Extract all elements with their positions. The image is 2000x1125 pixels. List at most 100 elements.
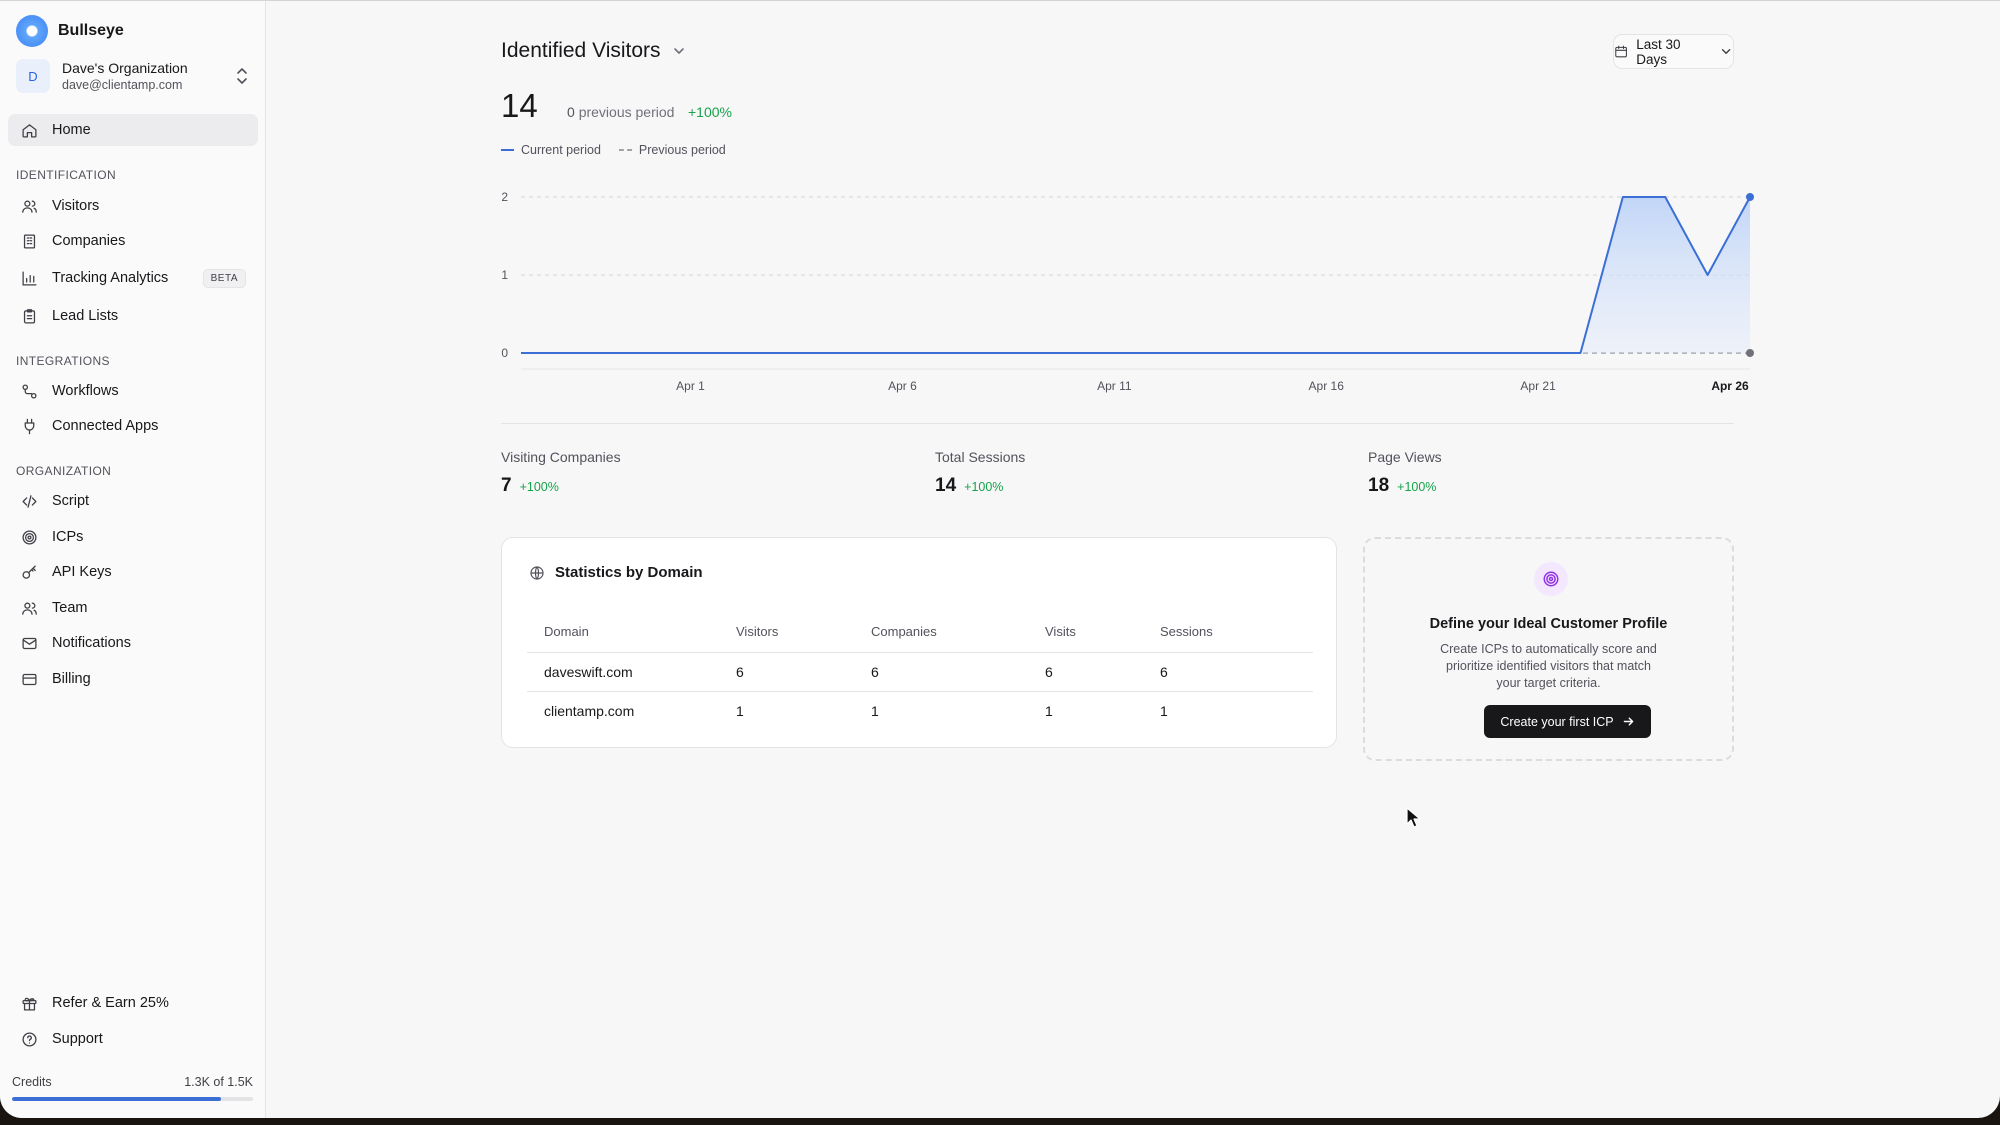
- sidebar-item-label: Home: [52, 122, 91, 138]
- section-label-organization: ORGANIZATION: [16, 464, 112, 478]
- sidebar-item-billing[interactable]: Billing: [8, 663, 258, 695]
- sidebar-item-connected-apps[interactable]: Connected Apps: [8, 410, 258, 442]
- sidebar-item-home[interactable]: Home: [8, 114, 258, 146]
- target-icon: [1534, 562, 1568, 596]
- stat-change: +100%: [519, 480, 559, 494]
- create-icp-button[interactable]: Create your first ICP: [1484, 705, 1651, 738]
- sidebar-item-tracking-analytics[interactable]: Tracking Analytics BETA: [8, 262, 258, 294]
- date-range-label: Last 30 Days: [1636, 36, 1681, 67]
- clipboard-list-icon: [21, 308, 38, 325]
- arrow-right-icon: [1623, 717, 1633, 726]
- metric-selector[interactable]: Identified Visitors: [501, 39, 687, 63]
- sidebar-item-companies[interactable]: Companies: [8, 225, 258, 257]
- app-window: Bullseye D Dave's Organization dave@clie…: [0, 0, 2000, 1118]
- stat-label: Page Views: [1368, 449, 1442, 465]
- credits-meter: Credits 1.3K of 1.5K: [12, 1075, 253, 1101]
- sidebar-item-label: Notifications: [52, 635, 131, 651]
- stat-visiting-companies: Visiting Companies 7 +100%: [501, 449, 621, 497]
- table-row[interactable]: daveswift.com 6 6 6 6: [527, 652, 1313, 692]
- gift-icon: [21, 995, 38, 1012]
- stat-change: +100%: [1397, 480, 1437, 494]
- series-point-current: [1746, 193, 1754, 201]
- sidebar-item-label: Tracking Analytics: [52, 270, 169, 286]
- stat-value: 7: [501, 475, 512, 496]
- chevron-down-icon: [1721, 49, 1731, 54]
- table-cell: 1: [1160, 702, 1168, 719]
- key-icon: [21, 564, 38, 581]
- sidebar-item-label: Companies: [52, 233, 126, 249]
- y-tick-label: 1: [501, 268, 508, 282]
- mouse-cursor-icon: [1406, 807, 1421, 828]
- divider: [501, 423, 1734, 424]
- sidebar-item-label: Script: [52, 493, 90, 509]
- calendar-icon: [1615, 45, 1627, 58]
- sidebar-item-team[interactable]: Team: [8, 592, 258, 624]
- org-name: Dave's Organization: [62, 60, 188, 76]
- y-tick-label: 0: [501, 346, 508, 360]
- brand-logo: [16, 15, 48, 47]
- previous-label: previous period: [578, 104, 675, 120]
- legend-swatch-current: [501, 149, 514, 151]
- brand[interactable]: Bullseye: [16, 15, 124, 47]
- org-switcher[interactable]: D Dave's Organization dave@clientamp.com: [16, 59, 250, 93]
- credits-bar: [12, 1097, 253, 1101]
- building-icon: [21, 233, 38, 250]
- bar-chart-icon: [21, 270, 38, 287]
- column-header[interactable]: Visitors: [736, 612, 871, 653]
- x-tick-label: Apr 16: [1309, 379, 1345, 393]
- table-cell: 6: [1045, 652, 1160, 692]
- legend-current: Current period: [501, 143, 601, 157]
- home-icon: [21, 122, 38, 139]
- brand-name: Bullseye: [58, 22, 124, 39]
- sidebar-item-label: ICPs: [52, 529, 84, 545]
- sidebar-item-label: Refer & Earn 25%: [52, 995, 169, 1011]
- credits-label: Credits: [12, 1075, 52, 1089]
- create-icp-label: Create your first ICP: [1500, 714, 1614, 729]
- sidebar-item-lead-lists[interactable]: Lead Lists: [8, 300, 258, 332]
- sidebar: Bullseye D Dave's Organization dave@clie…: [0, 1, 266, 1118]
- table-cell: 6: [1160, 652, 1313, 692]
- table-cell: 6: [871, 652, 1045, 692]
- sidebar-item-label: Lead Lists: [52, 308, 119, 324]
- column-header[interactable]: Sessions: [1160, 612, 1313, 653]
- sidebar-item-support[interactable]: Support: [8, 1023, 258, 1055]
- table-row[interactable]: clientamp.com 1 1 1 1: [527, 691, 1313, 730]
- users-icon: [21, 198, 38, 215]
- column-header[interactable]: Visits: [1045, 612, 1160, 653]
- stat-total-sessions: Total Sessions 14 +100%: [935, 449, 1025, 497]
- stat-page-views: Page Views 18 +100%: [1368, 449, 1442, 497]
- column-header[interactable]: Domain: [527, 612, 736, 653]
- sidebar-item-label: Billing: [52, 671, 91, 687]
- legend-previous-label: Previous period: [638, 143, 726, 157]
- previous-period: 0 previous period: [567, 104, 674, 120]
- sidebar-item-api-keys[interactable]: API Keys: [8, 556, 258, 588]
- sidebar-item-visitors[interactable]: Visitors: [8, 190, 258, 222]
- table-cell: 6: [736, 652, 871, 692]
- sidebar-item-label: Team: [52, 600, 88, 616]
- chevrons-up-down-icon: [237, 68, 247, 84]
- visitors-chart[interactable]: 0 1 2 Apr 1 Apr 6 Apr 11 Apr 16 Apr 21 Apr 26: [494, 181, 1754, 401]
- sidebar-item-icps[interactable]: ICPs: [8, 521, 258, 553]
- x-tick-label: Apr 21: [1520, 379, 1556, 393]
- statistics-by-domain-card: Statistics by Domain Domain Visitors Com…: [501, 537, 1337, 748]
- date-range-picker[interactable]: Last 30 Days: [1613, 34, 1734, 69]
- stat-label: Total Sessions: [935, 449, 1026, 465]
- page-title: Identified Visitors: [501, 39, 661, 62]
- change-percent: +100%: [688, 104, 732, 120]
- sidebar-item-label: Visitors: [52, 198, 100, 214]
- sidebar-item-label: Workflows: [52, 383, 119, 399]
- visitor-count: 14: [501, 87, 538, 124]
- sidebar-item-refer[interactable]: Refer & Earn 25%: [8, 987, 258, 1019]
- org-avatar: D: [16, 59, 50, 93]
- credit-card-icon: [21, 671, 38, 688]
- stat-value: 14: [935, 475, 957, 496]
- sidebar-item-notifications[interactable]: Notifications: [8, 627, 258, 659]
- users-icon: [21, 600, 38, 617]
- help-circle-icon: [21, 1031, 38, 1048]
- sidebar-item-workflows[interactable]: Workflows: [8, 375, 258, 407]
- x-tick-label: Apr 11: [1097, 379, 1132, 393]
- mail-icon: [21, 635, 38, 652]
- column-header[interactable]: Companies: [871, 612, 1045, 653]
- globe-icon: [530, 565, 544, 580]
- sidebar-item-script[interactable]: Script: [8, 485, 258, 517]
